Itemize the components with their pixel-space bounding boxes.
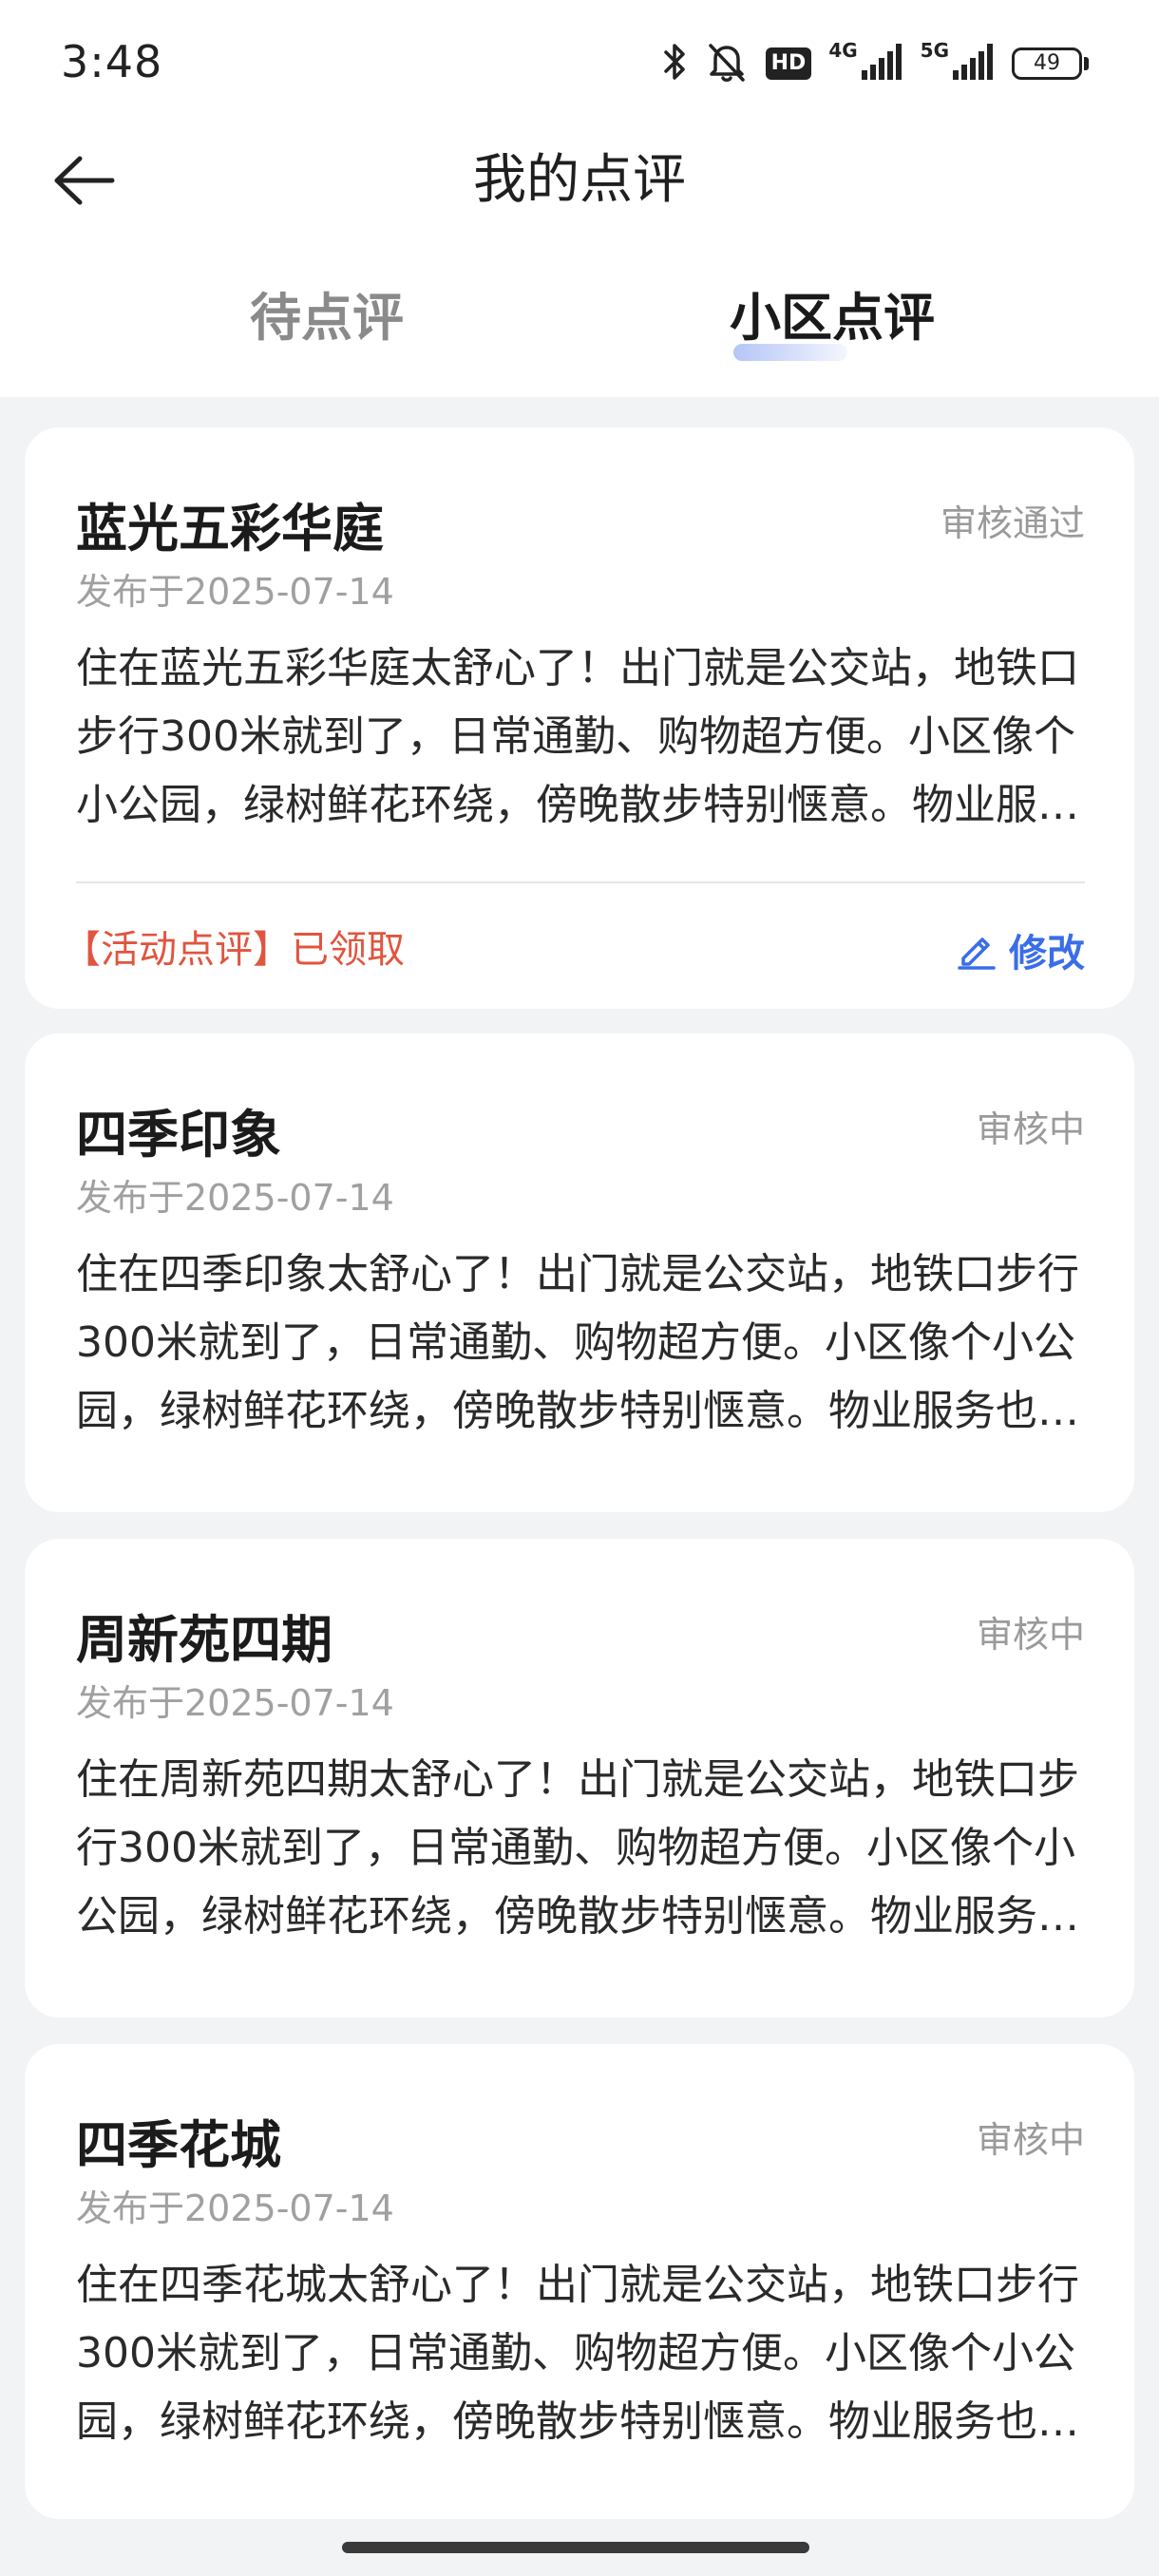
review-community-name: 周新苑四期 — [76, 1610, 332, 1670]
review-date: 发布于2025-07-14 — [76, 2188, 394, 2229]
home-indicator[interactable] — [342, 2542, 809, 2553]
status-bar: 3:48 HD 4G 5G 49 — [0, 0, 1159, 123]
header: 3:48 HD 4G 5G 49 我的点评 待点评 小区点评 — [0, 0, 1159, 397]
edit-button[interactable]: 修改 — [956, 921, 1085, 978]
review-date: 发布于2025-07-14 — [76, 571, 394, 613]
review-content: 住在蓝光五彩华庭太舒心了！出门就是公交站，地铁口步行300米就到了，日常通勤、购… — [76, 644, 1079, 829]
review-date: 发布于2025-07-14 — [76, 1177, 394, 1219]
card-divider — [76, 881, 1085, 883]
status-time: 3:48 — [61, 36, 163, 87]
review-status-badge: 审核中 — [976, 1108, 1085, 1150]
signal-5g-icon — [953, 44, 995, 84]
signal-4g-icon — [861, 44, 903, 84]
review-date: 发布于2025-07-14 — [76, 1682, 394, 1724]
review-content: 住在周新苑四期太舒心了！出门就是公交站，地铁口步行300米就到了，日常通勤、购物… — [76, 1755, 1079, 1941]
network-5g-label: 5G — [920, 39, 949, 62]
review-community-name: 蓝光五彩华庭 — [76, 499, 384, 559]
review-card[interactable]: 四季花城 审核中 发布于2025-07-14 住在四季花城太舒心了！出门就是公交… — [25, 2044, 1134, 2519]
review-card[interactable]: 四季印象 审核中 发布于2025-07-14 住在四季印象太舒心了！出门就是公交… — [25, 1033, 1134, 1512]
tab-community-review[interactable]: 小区点评 — [642, 266, 1022, 370]
card-footer: 【活动点评】已领取 修改 — [63, 921, 1085, 978]
review-card[interactable]: 周新苑四期 审核中 发布于2025-07-14 住在周新苑四期太舒心了！出门就是… — [25, 1539, 1134, 2017]
status-icons: HD 4G 5G 49 — [663, 38, 1089, 89]
review-content: 住在四季花城太舒心了！出门就是公交站，地铁口步行300米就到了，日常通勤、购物超… — [76, 2261, 1079, 2446]
battery-tip — [1084, 57, 1089, 70]
activity-review-label: 【活动点评】已领取 — [63, 928, 405, 972]
bluetooth-icon — [663, 41, 688, 86]
mute-bell-icon — [705, 40, 749, 87]
battery-indicator: 49 — [1012, 47, 1089, 80]
review-card[interactable]: 蓝光五彩华庭 审核通过 发布于2025-07-14 住在蓝光五彩华庭太舒心了！出… — [25, 427, 1134, 1009]
hd-badge: HD — [765, 47, 812, 80]
review-status-badge: 审核中 — [976, 2119, 1085, 2161]
review-status-badge: 审核通过 — [940, 502, 1085, 544]
page-title: 我的点评 — [473, 149, 686, 211]
review-community-name: 四季花城 — [76, 2115, 281, 2175]
review-content: 住在四季印象太舒心了！出门就是公交站，地铁口步行300米就到了，日常通勤、购物超… — [76, 1250, 1079, 1435]
network-4g-label: 4G — [828, 39, 858, 62]
review-community-name: 四季印象 — [76, 1105, 281, 1165]
nav-bar: 我的点评 — [0, 123, 1159, 237]
review-status-badge: 审核中 — [976, 1614, 1085, 1656]
tab-bar: 待点评 小区点评 — [0, 266, 1159, 370]
tab-pending-review[interactable]: 待点评 — [137, 266, 517, 370]
pencil-icon — [958, 938, 996, 970]
battery-level: 49 — [1012, 47, 1082, 80]
edit-label: 修改 — [1009, 932, 1085, 975]
